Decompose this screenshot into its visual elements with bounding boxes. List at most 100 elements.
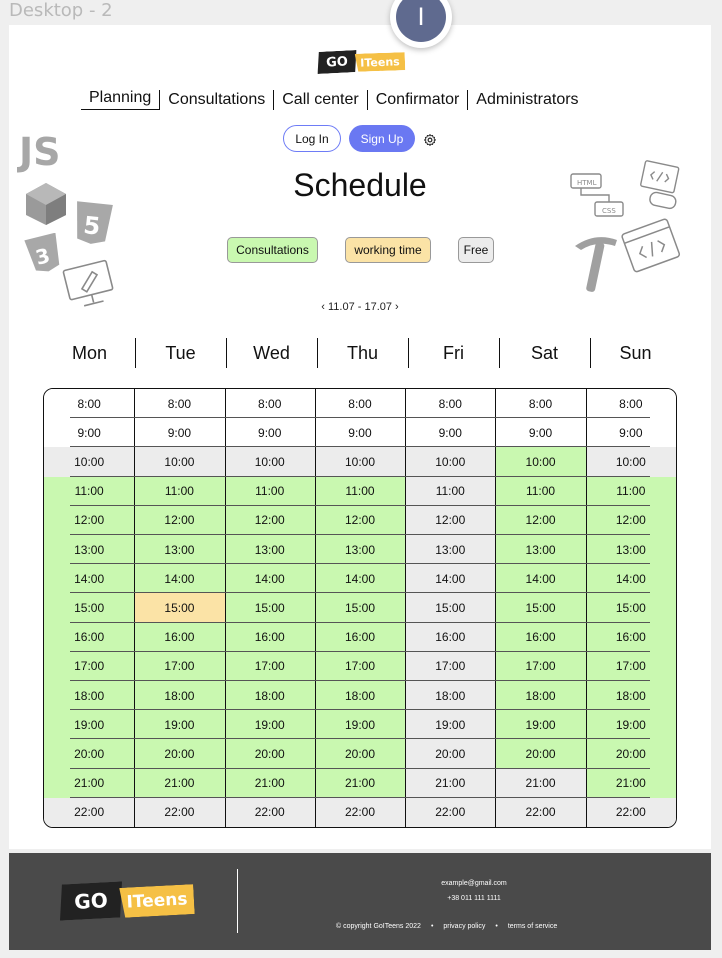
footer-email[interactable]: example@gmail.com	[9, 880, 711, 887]
slot-wed[interactable]: 17:00	[224, 651, 315, 681]
slot-fri[interactable]: 17:00	[405, 651, 496, 681]
slot-tue[interactable]: 14:00	[134, 564, 225, 594]
slot-sun[interactable]: 17:00	[585, 651, 676, 681]
slot-sat[interactable]: 8:00	[495, 389, 586, 419]
slot-wed[interactable]: 21:00	[224, 768, 315, 798]
slot-thu[interactable]: 21:00	[314, 768, 406, 798]
slot-wed[interactable]: 9:00	[224, 418, 315, 448]
slot-sat[interactable]: 17:00	[495, 651, 586, 681]
footer-privacy-link[interactable]: privacy policy	[443, 923, 485, 930]
slot-sun[interactable]: 16:00	[585, 622, 676, 652]
slot-thu[interactable]: 17:00	[314, 651, 406, 681]
nav-item-administrators[interactable]: Administrators	[468, 91, 586, 109]
slot-thu[interactable]: 9:00	[314, 418, 406, 448]
slot-mon[interactable]: 16:00	[44, 622, 135, 652]
slot-sat[interactable]: 9:00	[495, 418, 586, 448]
slot-fri[interactable]: 18:00	[405, 681, 496, 711]
slot-sun[interactable]: 20:00	[585, 739, 676, 769]
slot-thu[interactable]: 12:00	[314, 505, 406, 535]
slot-mon[interactable]: 14:00	[44, 564, 135, 594]
nav-item-consultations[interactable]: Consultations	[160, 91, 273, 109]
slot-fri[interactable]: 10:00	[405, 447, 496, 477]
login-button[interactable]: Log In	[283, 125, 341, 152]
slot-sat[interactable]: 18:00	[495, 681, 586, 711]
slot-sun[interactable]: 10:00	[585, 447, 676, 477]
slot-mon[interactable]: 8:00	[44, 389, 135, 419]
slot-sat[interactable]: 14:00	[495, 564, 586, 594]
slot-tue[interactable]: 21:00	[134, 768, 225, 798]
slot-sun[interactable]: 18:00	[585, 681, 676, 711]
slot-tue[interactable]: 15:00	[134, 593, 225, 623]
slot-mon[interactable]: 22:00	[44, 797, 135, 827]
slot-sun[interactable]: 19:00	[585, 710, 676, 740]
slot-mon[interactable]: 21:00	[44, 768, 135, 798]
slot-tue[interactable]: 13:00	[134, 535, 225, 565]
slot-sun[interactable]: 14:00	[585, 564, 676, 594]
slot-thu[interactable]: 13:00	[314, 535, 406, 565]
header-logo[interactable]: GO ITeens	[317, 51, 405, 73]
slot-wed[interactable]: 20:00	[224, 739, 315, 769]
slot-sat[interactable]: 16:00	[495, 622, 586, 652]
slot-tue[interactable]: 17:00	[134, 651, 225, 681]
slot-wed[interactable]: 10:00	[224, 447, 315, 477]
slot-mon[interactable]: 12:00	[44, 505, 135, 535]
slot-sat[interactable]: 13:00	[495, 535, 586, 565]
slot-tue[interactable]: 10:00	[134, 447, 225, 477]
slot-mon[interactable]: 10:00	[44, 447, 135, 477]
slot-tue[interactable]: 22:00	[134, 797, 225, 827]
slot-sat[interactable]: 11:00	[495, 476, 586, 506]
slot-thu[interactable]: 19:00	[314, 710, 406, 740]
slot-fri[interactable]: 20:00	[405, 739, 496, 769]
slot-fri[interactable]: 21:00	[405, 768, 496, 798]
slot-tue[interactable]: 11:00	[134, 476, 225, 506]
slot-mon[interactable]: 17:00	[44, 651, 135, 681]
slot-fri[interactable]: 12:00	[405, 505, 496, 535]
slot-sat[interactable]: 20:00	[495, 739, 586, 769]
slot-sun[interactable]: 22:00	[585, 797, 676, 827]
slot-fri[interactable]: 16:00	[405, 622, 496, 652]
slot-sun[interactable]: 12:00	[585, 505, 676, 535]
slot-sun[interactable]: 13:00	[585, 535, 676, 565]
slot-sat[interactable]: 10:00	[495, 447, 586, 477]
slot-tue[interactable]: 8:00	[134, 389, 225, 419]
slot-fri[interactable]: 14:00	[405, 564, 496, 594]
slot-thu[interactable]: 22:00	[314, 797, 406, 827]
slot-sun[interactable]: 15:00	[585, 593, 676, 623]
nav-item-planning[interactable]: Planning	[81, 89, 160, 110]
slot-mon[interactable]: 9:00	[44, 418, 135, 448]
slot-fri[interactable]: 22:00	[405, 797, 496, 827]
slot-thu[interactable]: 10:00	[314, 447, 406, 477]
slot-tue[interactable]: 20:00	[134, 739, 225, 769]
slot-mon[interactable]: 13:00	[44, 535, 135, 565]
slot-tue[interactable]: 9:00	[134, 418, 225, 448]
slot-sun[interactable]: 9:00	[585, 418, 676, 448]
slot-thu[interactable]: 18:00	[314, 681, 406, 711]
signup-button[interactable]: Sign Up	[349, 125, 415, 152]
slot-wed[interactable]: 13:00	[224, 535, 315, 565]
slot-mon[interactable]: 20:00	[44, 739, 135, 769]
slot-thu[interactable]: 14:00	[314, 564, 406, 594]
nav-item-call-center[interactable]: Call center	[274, 91, 366, 109]
slot-sat[interactable]: 21:00	[495, 768, 586, 798]
slot-thu[interactable]: 8:00	[314, 389, 406, 419]
slot-sun[interactable]: 21:00	[585, 768, 676, 798]
slot-mon[interactable]: 18:00	[44, 681, 135, 711]
slot-wed[interactable]: 16:00	[224, 622, 315, 652]
slot-tue[interactable]: 16:00	[134, 622, 225, 652]
slot-sun[interactable]: 8:00	[585, 389, 676, 419]
nav-item-confirmator[interactable]: Confirmator	[368, 91, 468, 109]
footer-phone[interactable]: +38 011 111 1111	[9, 895, 711, 902]
slot-fri[interactable]: 9:00	[405, 418, 496, 448]
slot-thu[interactable]: 11:00	[314, 476, 406, 506]
slot-sun[interactable]: 11:00	[585, 476, 676, 506]
slot-wed[interactable]: 14:00	[224, 564, 315, 594]
slot-thu[interactable]: 20:00	[314, 739, 406, 769]
slot-mon[interactable]: 19:00	[44, 710, 135, 740]
slot-wed[interactable]: 19:00	[224, 710, 315, 740]
slot-fri[interactable]: 15:00	[405, 593, 496, 623]
user-avatar[interactable]: I	[390, 0, 452, 48]
slot-wed[interactable]: 18:00	[224, 681, 315, 711]
slot-sat[interactable]: 19:00	[495, 710, 586, 740]
slot-tue[interactable]: 18:00	[134, 681, 225, 711]
slot-thu[interactable]: 15:00	[314, 593, 406, 623]
